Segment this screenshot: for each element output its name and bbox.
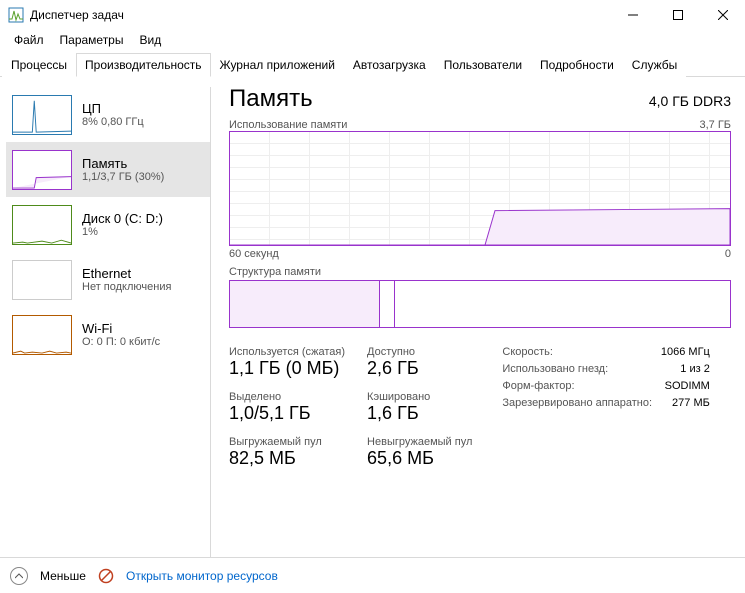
speed-label: Скорость:	[502, 346, 553, 358]
slots-val: 1 из 2	[680, 363, 710, 375]
taskmgr-icon	[8, 7, 24, 23]
disk-sub: 1%	[82, 226, 163, 238]
menu-view[interactable]: Вид	[133, 31, 167, 49]
memory-total: 4,0 ГБ DDR3	[649, 93, 731, 109]
avail-label: Доступно	[367, 346, 472, 358]
tab-startup[interactable]: Автозагрузка	[344, 53, 435, 77]
cached-label: Кэшировано	[367, 391, 472, 403]
tab-performance[interactable]: Производительность	[76, 53, 210, 77]
hw-val: 277 МБ	[672, 397, 710, 409]
memory-title: Память	[82, 156, 164, 171]
committed-val: 1,0/5,1 ГБ	[229, 403, 345, 424]
page-title: Память	[229, 85, 313, 113]
hw-label: Зарезервировано аппаратно:	[502, 397, 652, 409]
main-panel: Память 4,0 ГБ DDR3 Использование памяти …	[211, 77, 745, 567]
usage-label: Использование памяти	[229, 119, 347, 131]
close-button[interactable]	[700, 0, 745, 30]
tab-processes[interactable]: Процессы	[2, 53, 76, 77]
form-val: SODIMM	[665, 380, 710, 392]
cached-val: 1,6 ГБ	[367, 403, 472, 424]
paged-label: Выгружаемый пул	[229, 436, 345, 448]
open-resource-monitor-link[interactable]: Открыть монитор ресурсов	[126, 569, 278, 583]
form-label: Форм-фактор:	[502, 380, 574, 392]
tab-users[interactable]: Пользователи	[435, 53, 531, 77]
inuse-val: 1,1 ГБ (0 МБ)	[229, 358, 345, 379]
footer: Меньше Открыть монитор ресурсов	[0, 557, 745, 593]
comp-label: Структура памяти	[229, 266, 321, 278]
titlebar: Диспетчер задач	[0, 0, 745, 30]
speed-val: 1066 МГц	[661, 346, 710, 358]
sidebar: ЦП8% 0,80 ГГц Память1,1/3,7 ГБ (30%) Дис…	[0, 77, 210, 567]
eth-sub: Нет подключения	[82, 281, 171, 293]
sidebar-item-memory[interactable]: Память1,1/3,7 ГБ (30%)	[6, 142, 210, 197]
cpu-sub: 8% 0,80 ГГц	[82, 116, 144, 128]
menu-options[interactable]: Параметры	[54, 31, 130, 49]
minimize-button[interactable]	[610, 0, 655, 30]
paged-val: 82,5 МБ	[229, 448, 345, 469]
inuse-label: Используется (сжатая)	[229, 346, 345, 358]
cpu-title: ЦП	[82, 101, 144, 116]
sidebar-item-wifi[interactable]: Wi-FiО: 0 П: 0 кбит/с	[6, 307, 210, 362]
xaxis-right: 0	[725, 248, 731, 260]
sidebar-item-cpu[interactable]: ЦП8% 0,80 ГГц	[6, 87, 210, 142]
comp-inuse	[230, 281, 380, 327]
committed-label: Выделено	[229, 391, 345, 403]
tab-apphistory[interactable]: Журнал приложений	[211, 53, 344, 77]
tab-services[interactable]: Службы	[623, 53, 686, 77]
menu-file[interactable]: Файл	[8, 31, 50, 49]
tabs: Процессы Производительность Журнал прило…	[0, 52, 745, 77]
nonpaged-label: Невыгружаемый пул	[367, 436, 472, 448]
fewer-details-link[interactable]: Меньше	[40, 569, 86, 583]
menubar: Файл Параметры Вид	[0, 30, 745, 50]
wifi-sub: О: 0 П: 0 кбит/с	[82, 336, 160, 348]
xaxis-left: 60 секунд	[229, 248, 279, 260]
disk-title: Диск 0 (C: D:)	[82, 211, 163, 226]
spec-table: Скорость: 1066 МГц Использовано гнезд: 1 и…	[502, 346, 709, 469]
wifi-title: Wi-Fi	[82, 321, 160, 336]
slots-label: Использовано гнезд:	[502, 363, 608, 375]
resource-monitor-icon	[98, 568, 114, 584]
usage-max: 3,7 ГБ	[699, 119, 731, 131]
fewer-details-icon[interactable]	[10, 567, 28, 585]
sidebar-item-disk[interactable]: Диск 0 (C: D:)1%	[6, 197, 210, 252]
avail-val: 2,6 ГБ	[367, 358, 472, 379]
maximize-button[interactable]	[655, 0, 700, 30]
comp-modified	[380, 281, 395, 327]
memory-composition	[229, 280, 731, 328]
window-title: Диспетчер задач	[30, 8, 610, 22]
tab-details[interactable]: Подробности	[531, 53, 623, 77]
comp-standby	[395, 281, 730, 327]
memory-sub: 1,1/3,7 ГБ (30%)	[82, 171, 164, 183]
sidebar-item-ethernet[interactable]: EthernetНет подключения	[6, 252, 210, 307]
memory-usage-chart	[229, 131, 731, 246]
nonpaged-val: 65,6 МБ	[367, 448, 472, 469]
eth-title: Ethernet	[82, 266, 171, 281]
